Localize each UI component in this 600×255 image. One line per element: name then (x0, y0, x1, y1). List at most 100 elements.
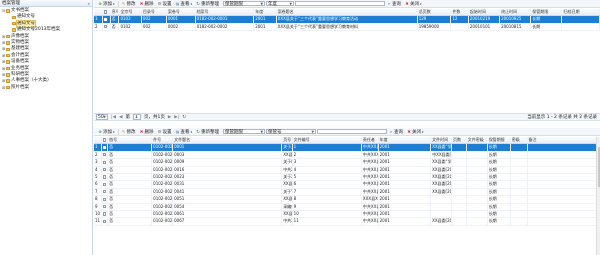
table-row[interactable]: 1 否 0102 002 0001 0182-002-0001 2001 XXX县关于“三个代… (94, 15, 600, 24)
column-header[interactable]: 保管期限 (487, 137, 511, 145)
table-row[interactable]: 8否0102-002-0001-0080051XX县委县委学习“三个代表”重要思… (94, 195, 600, 204)
refresh-button[interactable]: ↻ 重新整理 (194, 128, 221, 135)
table-row[interactable]: 1否0102-002-0001-0010001关于开展“三个代表”重要思想学习教… (94, 143, 600, 152)
delete-button[interactable]: ✖ 删除 (138, 128, 156, 135)
column-header[interactable]: 全宗号 (118, 9, 142, 17)
add-button[interactable]: ⊕ 添加 ▾ (96, 128, 117, 135)
view-button[interactable]: ▤ 查看 ▾ (174, 128, 195, 135)
tree-item-label: 照片档案 (11, 84, 29, 90)
prev-page-icon[interactable]: ◀ (119, 115, 122, 120)
column-header[interactable]: 归档日期 (561, 9, 600, 17)
row-checkbox[interactable] (102, 197, 107, 201)
column-header[interactable]: 责任者 (361, 137, 379, 145)
table-cell: 2001 (378, 195, 432, 204)
table-row[interactable]: 11 否0102-002-0001-0110067中共XX县委开展“三个代表”学习… (94, 217, 600, 226)
scrollbar[interactable] (596, 137, 600, 255)
close-button[interactable]: ✖ 关闭 ▾ (403, 0, 424, 7)
row-number: 5 (94, 173, 102, 182)
checkbox-cell[interactable] (102, 23, 111, 32)
refresh-icon[interactable]: ↻ (182, 115, 186, 120)
table-row[interactable]: 10 否0102-002-0001-0100061XX县委关于部署开展学习教育活动… (94, 210, 600, 219)
row-checkbox[interactable] (102, 182, 107, 187)
column-header[interactable]: 总页数 (417, 9, 452, 17)
column-header[interactable]: 年度 (253, 9, 277, 17)
column-header[interactable]: 档号 (107, 137, 153, 145)
column-header[interactable]: 目录号 (141, 9, 167, 17)
column-header[interactable]: 文件密级 (466, 137, 488, 145)
column-header[interactable]: 页号 (281, 137, 293, 145)
row-checkbox[interactable] (102, 219, 107, 224)
column-header[interactable]: 保管期限 (530, 9, 563, 17)
table-row[interactable]: 7否0102-002-0001-0070041关于“三个代表”，维护发展，党建普… (94, 188, 600, 197)
column-header[interactable]: 起始时间 (468, 9, 501, 17)
table-row[interactable]: 4否0102-002-0001-0040016中共XX县委县政府关于在开展“三个… (94, 166, 600, 175)
row-checkbox[interactable] (102, 175, 107, 179)
table-cell: XX县委[2001] (430, 180, 453, 189)
collapse-icon[interactable]: « (88, 0, 90, 7)
column-header[interactable]: 文件时间 (430, 137, 453, 145)
delete-button[interactable]: ✖ 删除 (138, 0, 156, 7)
last-page-icon[interactable]: ▶| (174, 115, 179, 120)
close-button[interactable]: ✖ 关闭 ▾ (405, 128, 426, 135)
field-select[interactable]: 保管期限 ▼ (223, 128, 266, 135)
value-select[interactable]: 年度 ▼ (266, 0, 295, 7)
column-header[interactable]: 案卷号 (166, 9, 196, 17)
select-all-checkbox[interactable] (104, 10, 108, 14)
page-total: 页，共1页 (143, 115, 165, 120)
chevron-down-icon: ▼ (260, 1, 264, 6)
first-page-icon[interactable]: |◀ (111, 115, 116, 120)
column-header[interactable]: 序号 (110, 9, 120, 17)
row-checkbox[interactable] (104, 17, 108, 21)
table-row[interactable]: 3否0102-002-0001-0030009关于印发中共XX县委领导小组办公室… (94, 158, 600, 167)
value-select[interactable]: 保管号 ▼ (266, 128, 317, 135)
column-header[interactable] (94, 9, 104, 17)
column-header[interactable]: 案卷题名 (276, 9, 418, 17)
refresh-button[interactable]: ↻ 重新整理 (194, 0, 221, 7)
column-header[interactable]: 件号 (151, 137, 174, 145)
table-row[interactable]: 2 否 0102 002 0002 0182-002-0002 2001 XXX县关于“三个代… (94, 23, 600, 32)
settings-button[interactable]: ⚙ 设置 (156, 128, 174, 135)
search-input[interactable] (295, 0, 386, 7)
search-button[interactable]: ⌕ 查询 (385, 0, 403, 7)
next-page-icon[interactable]: ▶ (168, 115, 171, 120)
row-checkbox[interactable] (102, 153, 107, 157)
column-header[interactable]: 终止时间 (499, 9, 532, 17)
column-header[interactable]: 档案号 (195, 9, 255, 17)
column-header[interactable]: 年度 (378, 137, 432, 145)
column-header[interactable]: 文件题名 (172, 137, 283, 145)
table-row[interactable]: 6否0102-002-0001-0060031XX县委关于“三个代表”重要思想学… (94, 180, 600, 189)
select-all-checkbox[interactable] (102, 138, 107, 142)
page-input[interactable] (132, 114, 141, 120)
row-checkbox[interactable] (102, 205, 107, 209)
checkbox-cell[interactable] (102, 15, 111, 24)
settings-button[interactable]: ⚙ 设置 (156, 0, 174, 7)
add-button[interactable]: ⊕ 添加 ▾ (96, 0, 117, 7)
table-row[interactable]: 5否0102-002-0001-0050023关于XX县委学习教育活动第一阶段的… (94, 173, 600, 182)
row-checkbox[interactable] (102, 168, 107, 172)
tree-item[interactable]: ⊞ 照片档案 (0, 85, 92, 91)
column-header[interactable]: 页数 (451, 137, 467, 145)
edit-button[interactable]: ✎ 修改 (120, 0, 138, 7)
view-button[interactable]: ▤ 查看 ▾ (174, 0, 195, 7)
search-button[interactable]: ⌕ 查询 (387, 128, 405, 135)
page-size-select[interactable]: 50 ▼ (96, 114, 108, 120)
expand-icon[interactable]: ⊞ (2, 85, 5, 91)
column-header[interactable] (102, 9, 111, 17)
row-checkbox[interactable] (102, 212, 107, 216)
table-cell (451, 217, 467, 226)
table-row[interactable]: 2否0102-002-0001-0020003XX县委“三个代表”学习教育活动学… (94, 151, 600, 160)
column-header[interactable]: 文件编号 (292, 137, 362, 145)
row-checkbox[interactable] (102, 145, 107, 149)
edit-button[interactable]: ✎ 修改 (120, 128, 138, 135)
row-checkbox[interactable] (102, 190, 107, 194)
column-header[interactable]: 件数 (450, 9, 469, 17)
column-header[interactable] (94, 137, 102, 145)
table-row[interactable]: 9否0102-002-0001-0090054采编教育活动开展情况的总结9中共X… (94, 203, 600, 212)
column-header[interactable]: 密级 (510, 137, 528, 145)
field-select[interactable]: 保管期限 ▼ (223, 0, 266, 7)
search-input[interactable] (317, 128, 388, 135)
column-header[interactable]: 备注 (527, 137, 600, 145)
row-checkbox[interactable] (104, 25, 108, 29)
delete-icon: ✖ (139, 128, 144, 134)
row-checkbox[interactable] (102, 160, 107, 164)
